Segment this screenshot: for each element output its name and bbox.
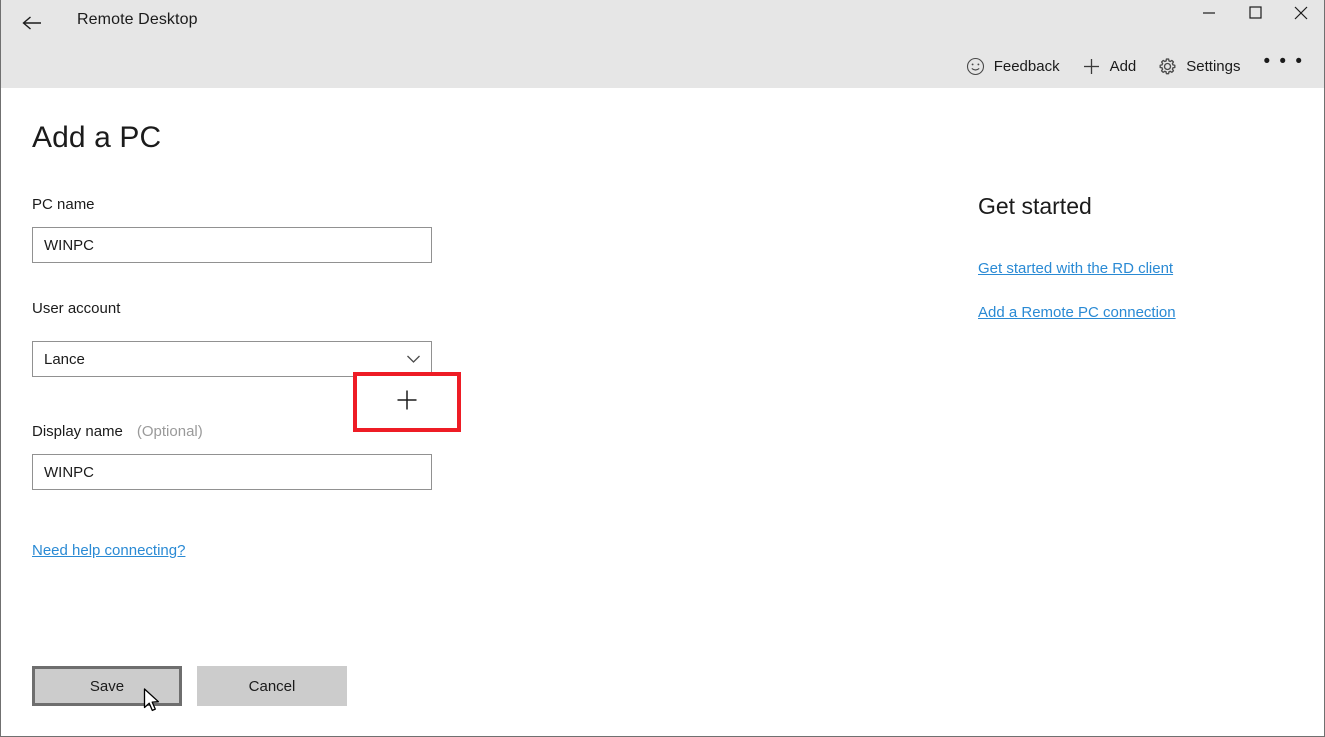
back-button[interactable] — [11, 4, 53, 42]
plus-icon — [396, 389, 418, 416]
close-button[interactable] — [1278, 0, 1324, 30]
window-controls — [1186, 0, 1324, 44]
settings-button[interactable]: Settings — [1147, 49, 1251, 83]
display-name-label-text: Display name — [32, 423, 123, 440]
add-user-account-button[interactable] — [357, 376, 457, 428]
display-name-label: Display name (Optional) — [32, 423, 203, 440]
content-area: Add a PC PC name WINPC User account Lanc… — [1, 88, 1324, 736]
feedback-button[interactable]: Feedback — [955, 49, 1071, 83]
smiley-face-icon — [966, 57, 985, 76]
get-started-rd-client-link[interactable]: Get started with the RD client — [978, 260, 1173, 277]
plus-icon — [1082, 57, 1101, 76]
minimize-button[interactable] — [1186, 0, 1232, 30]
minimize-icon — [1202, 6, 1216, 24]
save-button[interactable]: Save — [32, 666, 182, 706]
chevron-down-icon — [406, 354, 421, 364]
title-bar: Remote Desktop Feedback Add Settings • •… — [1, 0, 1324, 88]
remote-desktop-window: Remote Desktop Feedback Add Settings • •… — [0, 0, 1325, 737]
add-button[interactable]: Add — [1071, 49, 1148, 83]
cancel-button[interactable]: Cancel — [197, 666, 347, 706]
command-bar: Feedback Add Settings • • • — [955, 48, 1316, 84]
need-help-connecting-link[interactable]: Need help connecting? — [32, 542, 185, 559]
window-title: Remote Desktop — [77, 11, 198, 28]
page-title: Add a PC — [32, 121, 162, 154]
add-label: Add — [1109, 57, 1137, 75]
add-remote-pc-connection-link[interactable]: Add a Remote PC connection — [978, 304, 1176, 321]
gear-icon — [1158, 57, 1177, 76]
maximize-icon — [1248, 6, 1262, 24]
get-started-title: Get started — [978, 193, 1092, 219]
user-account-label: User account — [32, 300, 121, 317]
close-icon — [1294, 6, 1308, 25]
pc-name-input[interactable]: WINPC — [32, 227, 432, 263]
user-account-select[interactable]: Lance — [32, 341, 432, 377]
pc-name-label: PC name — [32, 196, 95, 213]
feedback-label: Feedback — [993, 57, 1060, 75]
display-name-input[interactable]: WINPC — [32, 454, 432, 490]
display-name-optional-tag: (Optional) — [136, 423, 203, 440]
back-arrow-icon — [21, 14, 43, 32]
maximize-button[interactable] — [1232, 0, 1278, 30]
settings-label: Settings — [1186, 57, 1241, 75]
user-account-value: Lance — [44, 350, 85, 368]
more-options-button[interactable]: • • • — [1251, 49, 1316, 83]
